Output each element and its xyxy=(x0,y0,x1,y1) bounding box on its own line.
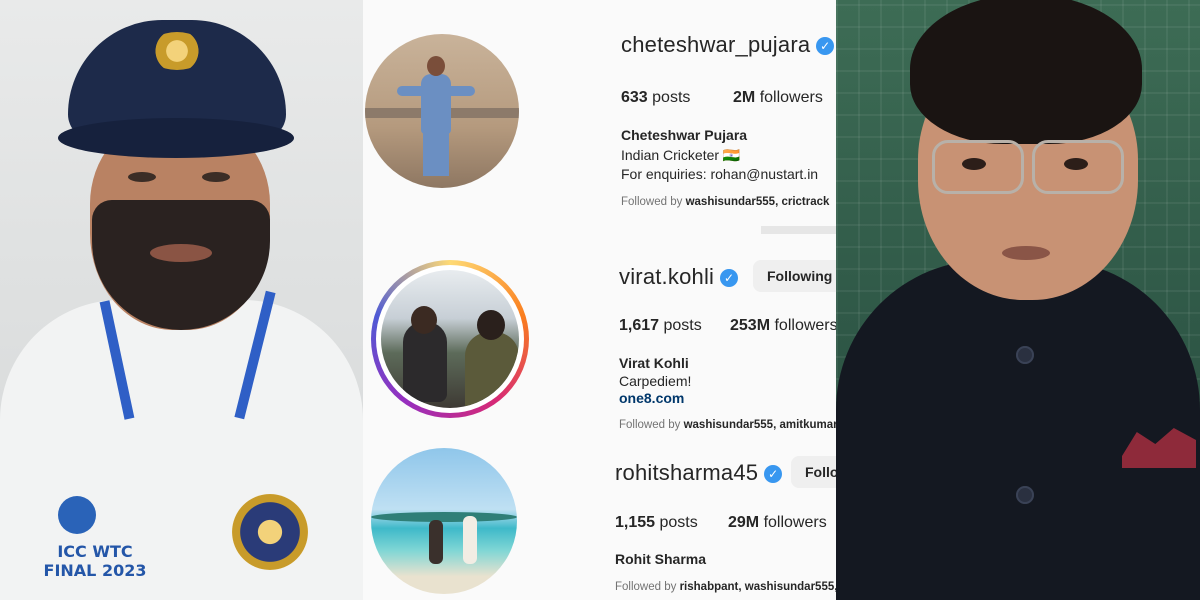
followed-by[interactable]: Followed by washisundar555, crictrack xyxy=(621,196,829,208)
username-text: rohitsharma45 xyxy=(615,460,759,485)
followed-by[interactable]: Followed by rishabpant, washisundar555, … xyxy=(615,581,836,593)
followers-number: 2M xyxy=(733,89,756,106)
followed-by-prefix: Followed by xyxy=(619,419,681,431)
profile-avatar[interactable] xyxy=(365,34,519,188)
following-button-label: Following xyxy=(767,268,833,284)
avatar-person-2 xyxy=(463,516,477,564)
posts-number: 1,617 xyxy=(619,317,660,334)
cap-brim xyxy=(58,118,294,158)
glasses-lens-right xyxy=(1032,140,1124,194)
posts-count[interactable]: 1,617 posts xyxy=(619,317,702,335)
profile-username[interactable]: rohitsharma45 ✓ xyxy=(615,460,783,486)
avatar-person-2 xyxy=(465,332,519,408)
followers-count[interactable]: 29M followers xyxy=(728,514,827,532)
profile-username[interactable]: cheteshwar_pujara ✓ xyxy=(621,32,835,58)
jacket-button xyxy=(1016,486,1034,504)
avatar-head xyxy=(427,56,445,76)
avatar-legs xyxy=(423,132,449,176)
followers-number: 29M xyxy=(728,514,760,531)
posts-number: 1,155 xyxy=(615,514,656,531)
profile-avatar[interactable] xyxy=(371,448,517,594)
follow-button[interactable]: Follo xyxy=(791,456,836,488)
profile-bio-line2: For enquiries: rohan@nustart.in xyxy=(621,166,819,182)
profile-full-name: Cheteshwar Pujara xyxy=(621,127,748,143)
follow-button-label: Follo xyxy=(805,464,836,480)
glasses-lens-left xyxy=(932,140,1024,194)
wtc-caption-line2: FINAL 2023 xyxy=(43,561,147,580)
posts-label: posts xyxy=(663,317,702,334)
jacket-button xyxy=(1016,346,1034,364)
profile-card-kohli: virat.kohli ✓ Following 1,617 posts 253M … xyxy=(363,230,836,440)
avatar-person-2-head xyxy=(477,310,505,340)
posts-number: 633 xyxy=(621,89,648,106)
avatar-person-1 xyxy=(429,520,443,564)
posts-label: posts xyxy=(652,89,691,106)
avatar-person-1-head xyxy=(411,306,437,334)
posts-label: posts xyxy=(659,514,698,531)
posts-count[interactable]: 633 posts xyxy=(621,89,690,107)
followers-count[interactable]: 253M followers xyxy=(730,317,836,335)
profile-bio-line1: Indian Cricketer 🇮🇳 xyxy=(621,147,741,163)
bcci-crest-icon xyxy=(147,32,207,70)
hair xyxy=(910,0,1142,144)
mouth xyxy=(150,244,212,262)
cricketer-photo-left: ICC WTC FINAL 2023 xyxy=(0,0,363,600)
eye-right xyxy=(202,172,230,182)
profile-full-name: Rohit Sharma xyxy=(615,551,707,567)
wtc-caption-line1: ICC WTC xyxy=(57,542,133,561)
official-photo-right xyxy=(836,0,1200,600)
avatar-island xyxy=(371,512,517,522)
username-text: cheteshwar_pujara xyxy=(621,32,811,57)
followers-label: followers xyxy=(759,89,823,106)
dark-jacket xyxy=(836,260,1200,600)
verified-badge-icon: ✓ xyxy=(764,465,783,483)
followers-label: followers xyxy=(763,514,827,531)
profile-bio-line1: Carpediem! xyxy=(619,373,692,389)
following-button[interactable]: Following xyxy=(753,260,836,292)
followers-label: followers xyxy=(774,317,836,334)
bcci-badge-icon xyxy=(232,494,308,570)
followed-by-names: washisundar555, crictrack xyxy=(685,196,830,208)
wtc-logo-icon xyxy=(58,496,96,534)
profile-username[interactable]: virat.kohli ✓ xyxy=(619,264,739,290)
followers-count[interactable]: 2M followers xyxy=(733,89,823,107)
eye-left xyxy=(128,172,156,182)
avatar-suit xyxy=(421,74,451,134)
profile-full-name: Virat Kohli xyxy=(619,355,689,371)
posts-count[interactable]: 1,155 posts xyxy=(615,514,698,532)
profile-card-rohit: rohitsharma45 ✓ Follo 1,155 posts 29M fol… xyxy=(363,440,836,600)
followed-by-names: rishabpant, washisundar555, c xyxy=(679,581,836,593)
followed-by-prefix: Followed by xyxy=(621,196,683,208)
verified-badge-icon: ✓ xyxy=(816,37,835,55)
verified-badge-icon: ✓ xyxy=(720,269,739,287)
wtc-caption: ICC WTC FINAL 2023 xyxy=(40,542,150,580)
profile-card-pujara: cheteshwar_pujara ✓ 633 posts 2M follower… xyxy=(363,0,836,230)
avatar-person-1 xyxy=(403,322,447,402)
profile-avatar[interactable] xyxy=(381,270,519,408)
instagram-profiles-panel: cheteshwar_pujara ✓ 633 posts 2M follower… xyxy=(363,0,836,600)
followers-number: 253M xyxy=(730,317,771,334)
profile-link[interactable]: one8.com xyxy=(619,390,684,406)
followed-by-prefix: Followed by xyxy=(615,581,677,593)
followed-by-names: washisundar555, amitkumark xyxy=(683,419,836,431)
followed-by[interactable]: Followed by washisundar555, amitkumark xyxy=(619,419,836,431)
username-text: virat.kohli xyxy=(619,264,715,289)
mouth xyxy=(1002,246,1050,260)
